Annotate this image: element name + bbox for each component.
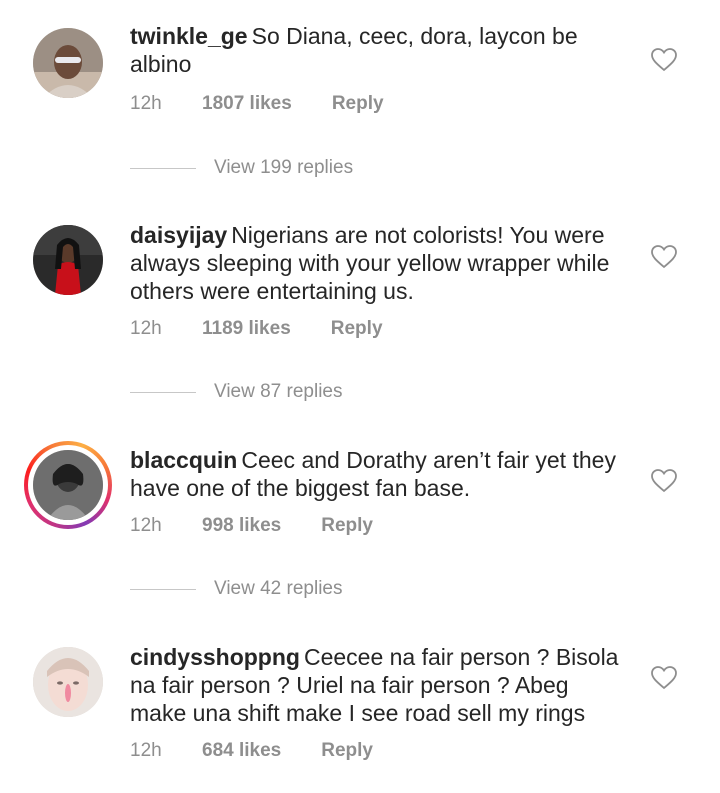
comment-username[interactable]: cindysshoppng [130, 644, 300, 670]
view-replies-button[interactable]: View 42 replies [130, 578, 343, 600]
comment-meta: 12h 684 likes Reply [130, 740, 373, 762]
comment-text-block: twinkle_ge So Diana, ceec, dora, laycon b… [130, 22, 630, 78]
heart-icon[interactable] [651, 666, 677, 690]
reply-button[interactable]: Reply [321, 740, 373, 762]
reply-button[interactable]: Reply [332, 93, 384, 115]
comment-text-block: cindysshoppng Ceecee na fair person ? Bis… [130, 643, 630, 727]
comment-text-block: daisyijay Nigerians are not colorists! Yo… [130, 221, 630, 305]
comment-text-block: blaccquin Ceec and Dorathy aren’t fair ye… [130, 446, 630, 502]
reply-button[interactable]: Reply [321, 515, 373, 537]
heart-icon[interactable] [651, 469, 677, 493]
story-ring-gap [28, 445, 108, 525]
comment-meta: 12h 1807 likes Reply [130, 93, 384, 115]
comment-meta: 12h 998 likes Reply [130, 515, 373, 537]
comment-likes[interactable]: 1189 likes [202, 318, 291, 340]
view-replies-label: View 199 replies [214, 157, 354, 178]
view-replies-button[interactable]: View 199 replies [130, 157, 353, 179]
avatar[interactable] [33, 28, 103, 98]
view-replies-label: View 42 replies [214, 578, 343, 599]
avatar [33, 450, 103, 520]
comment-meta: 12h 1189 likes Reply [130, 318, 383, 340]
view-replies-button[interactable]: View 87 replies [130, 381, 343, 403]
avatar[interactable] [33, 647, 103, 717]
heart-icon[interactable] [651, 245, 677, 269]
avatar[interactable] [33, 225, 103, 295]
reply-button[interactable]: Reply [331, 318, 383, 340]
comment-username[interactable]: twinkle_ge [130, 23, 248, 49]
story-ring[interactable] [24, 441, 112, 529]
comment-time: 12h [130, 740, 162, 761]
comment-likes[interactable]: 998 likes [202, 515, 281, 537]
comment-username[interactable]: daisyijay [130, 222, 227, 248]
comment-likes[interactable]: 684 likes [202, 740, 281, 762]
comment-likes[interactable]: 1807 likes [202, 93, 292, 115]
view-replies-label: View 87 replies [214, 381, 343, 402]
comment-time: 12h [130, 318, 162, 339]
comment-time: 12h [130, 93, 162, 114]
replies-divider [130, 588, 196, 590]
heart-icon[interactable] [651, 48, 677, 72]
replies-divider [130, 167, 196, 169]
replies-divider [130, 391, 196, 393]
comment-username[interactable]: blaccquin [130, 447, 237, 473]
comment-time: 12h [130, 515, 162, 536]
